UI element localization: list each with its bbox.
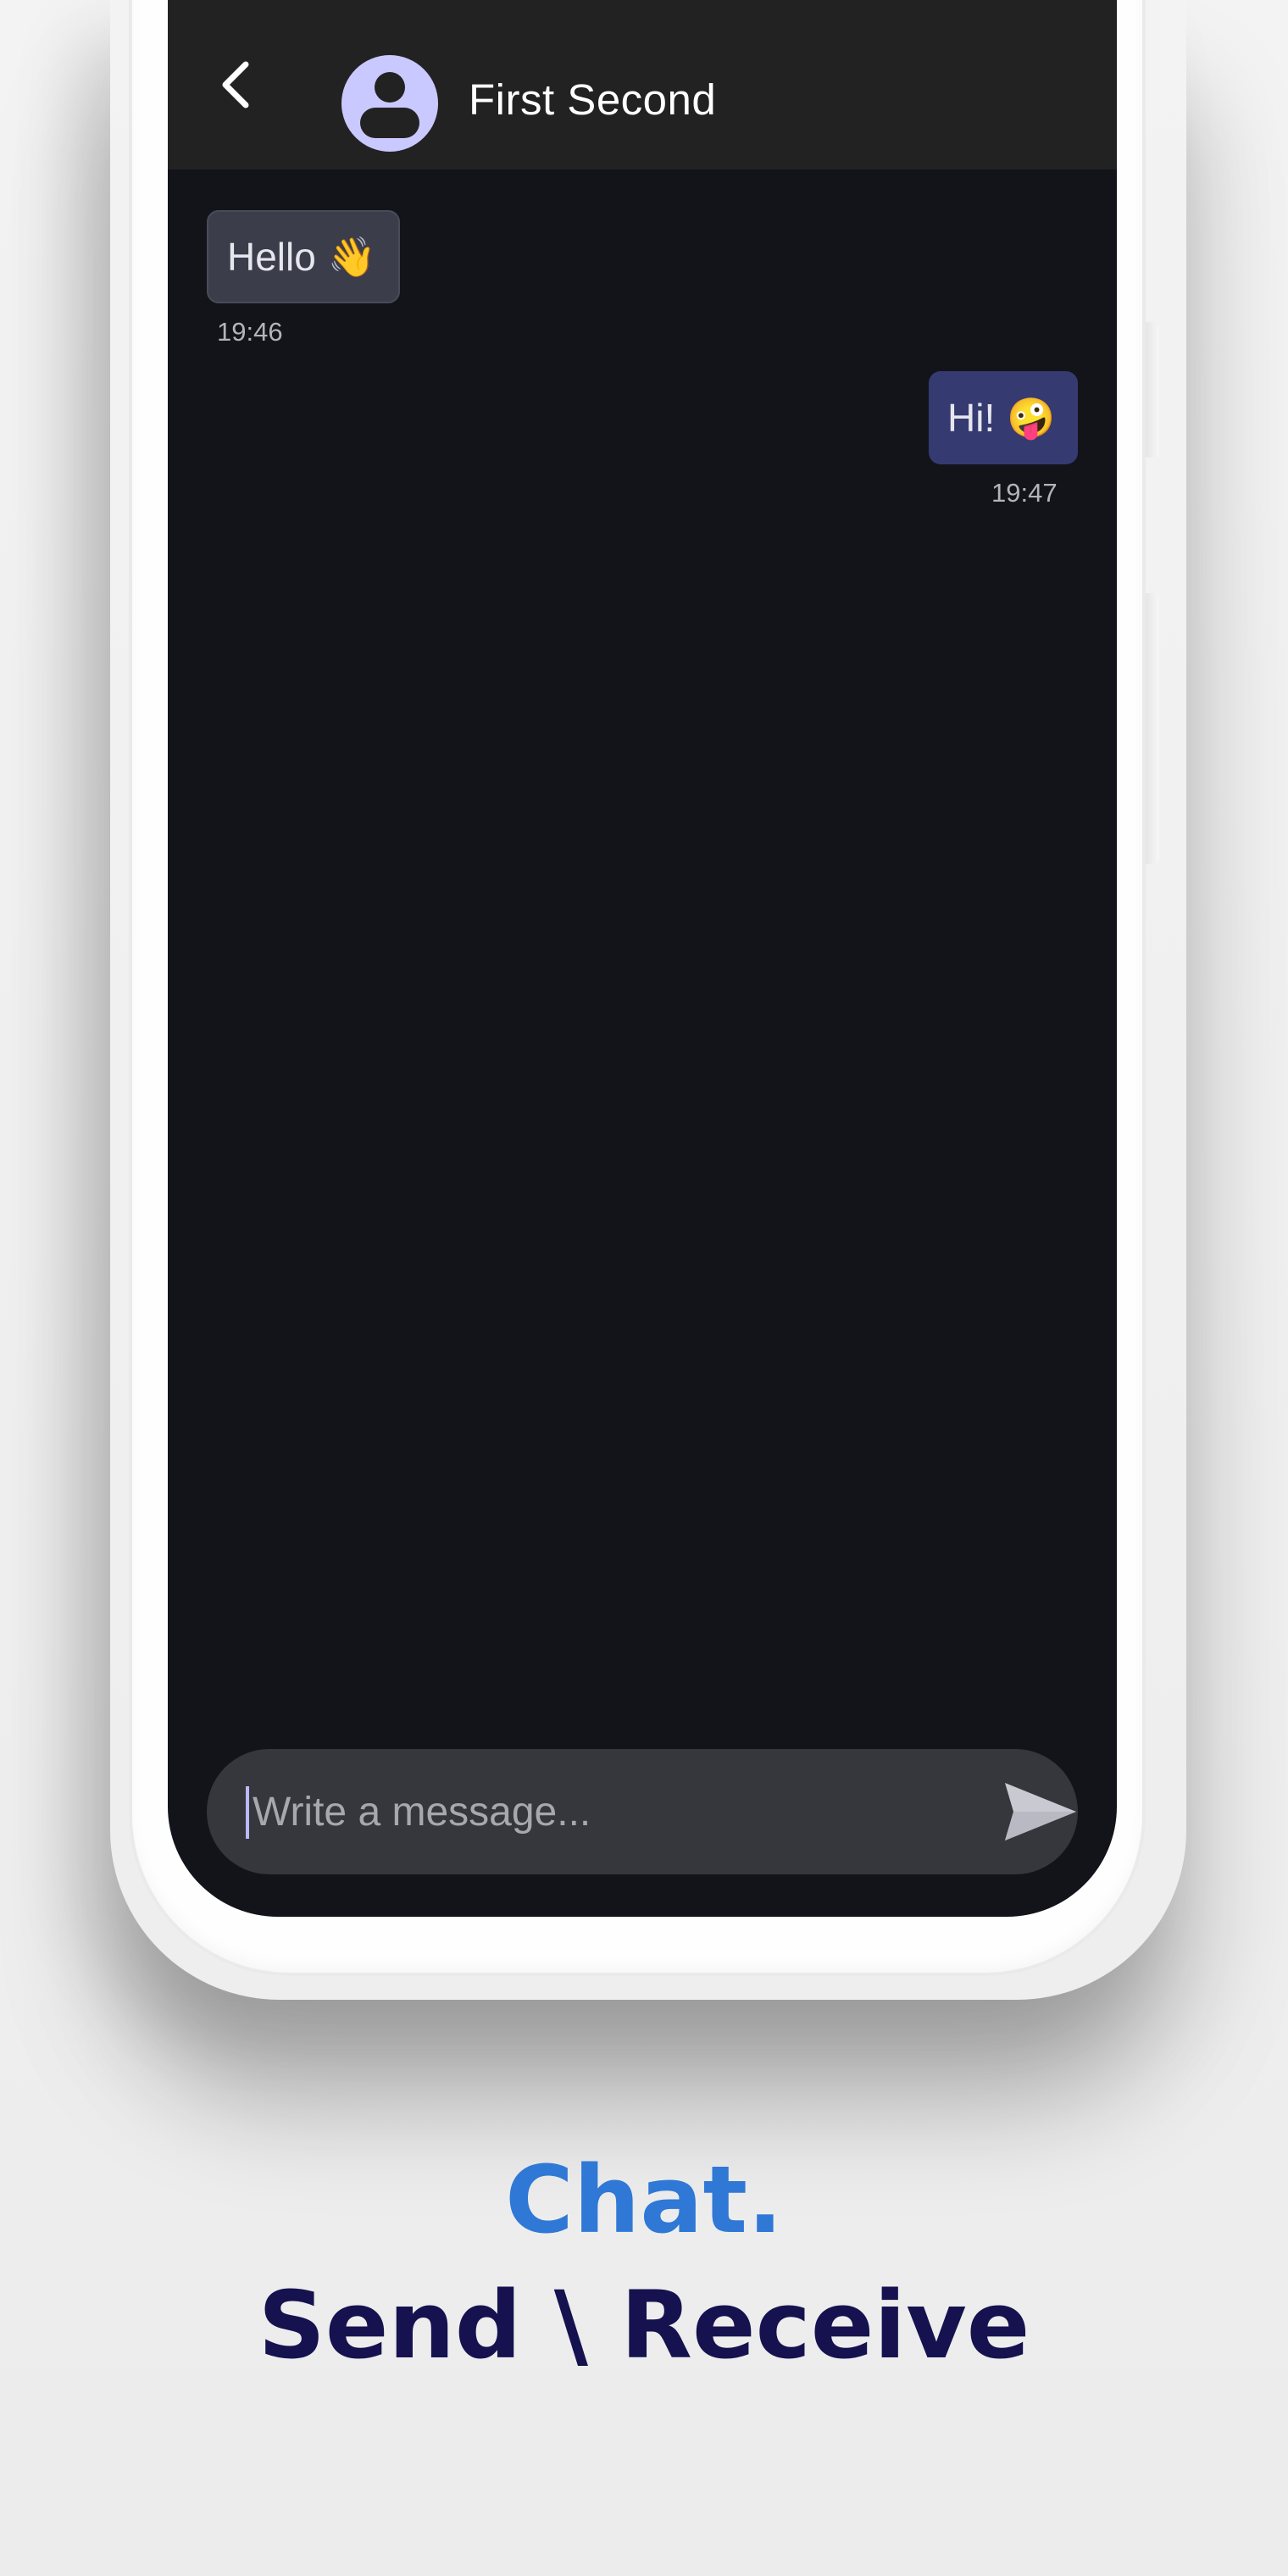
send-button[interactable] [1002,1779,1080,1844]
chat-screen: First Second Hello 👋 19:46 Hi! 🤪 19:47 [168,0,1117,1917]
caption-subheadline: Send \ Receive [258,2271,1030,2379]
message-timestamp: 19:46 [217,317,283,347]
chevron-left-icon [222,61,249,108]
message-text: Hello [227,235,316,279]
waving-hand-emoji: 👋 [327,234,377,279]
contact-name[interactable]: First Second [469,75,716,125]
message-timestamp: 19:47 [991,478,1058,508]
power-button [1146,593,1159,864]
caption-headline: Chat. [505,2146,783,2254]
back-button[interactable] [210,59,261,110]
message-text: Hi! [947,396,996,440]
send-icon [1005,1783,1076,1840]
zany-face-emoji: 🤪 [1007,395,1056,440]
user-avatar-icon [360,72,419,138]
app-bar: First Second [168,0,1117,169]
volume-up-button [1146,322,1159,458]
message-input[interactable] [246,1776,930,1847]
message-composer [207,1749,1078,1874]
outgoing-message-bubble[interactable]: Hi! 🤪 [929,371,1078,464]
avatar[interactable] [341,55,438,152]
incoming-message-bubble[interactable]: Hello 👋 [207,210,400,303]
